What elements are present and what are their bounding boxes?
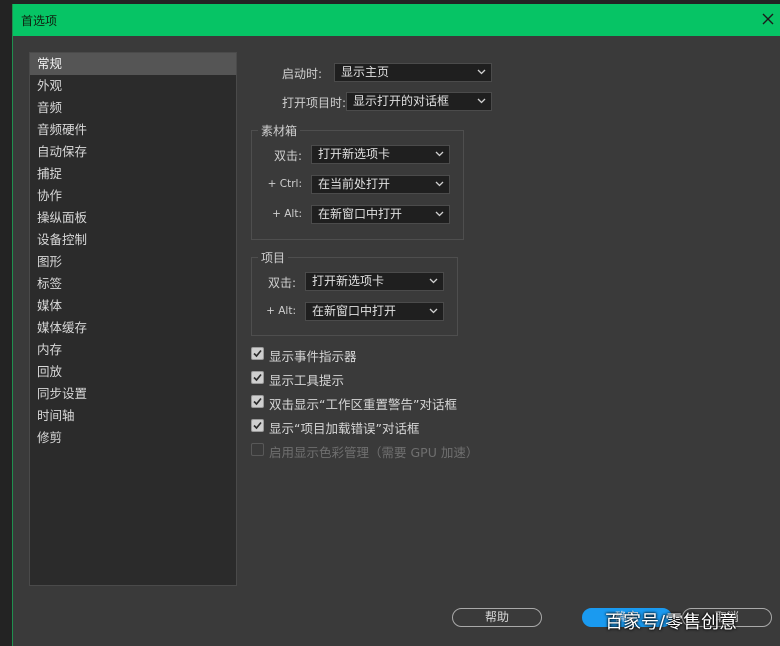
project-group: [251, 257, 458, 336]
show-tooltips-label: 显示工具提示: [269, 373, 345, 388]
sidebar-item-collaboration[interactable]: 协作: [30, 185, 236, 207]
sidebar-item-sync-settings[interactable]: 同步设置: [30, 383, 236, 405]
sidebar-item-media-cache[interactable]: 媒体缓存: [30, 317, 236, 339]
workspace-reset-warning-label: 双击显示“工作区重置警告”对话框: [269, 397, 457, 412]
project-group-title: 项目: [258, 249, 289, 266]
startup-dropdown[interactable]: 显示主页: [334, 63, 492, 82]
title-bar: 首选项: [13, 4, 780, 36]
bins-ctrl-value: 在当前处打开: [318, 177, 391, 191]
workspace-reset-warning-checkbox[interactable]: [251, 395, 264, 408]
project-alt-value: 在新窗口中打开: [312, 304, 397, 318]
checkmark-icon: [253, 397, 262, 406]
checkmark-icon: [253, 421, 262, 430]
sidebar-item-memory[interactable]: 内存: [30, 339, 236, 361]
startup-label: 启动时:: [281, 67, 322, 81]
sidebar-item-playback[interactable]: 回放: [30, 361, 236, 383]
checkmark-icon: [253, 349, 262, 358]
bins-group-title: 素材箱: [258, 122, 301, 139]
bins-alt-label: + Alt:: [272, 208, 302, 220]
sidebar-item-graphics[interactable]: 图形: [30, 251, 236, 273]
color-management-label: 启用显示色彩管理（需要 GPU 加速）: [269, 445, 479, 460]
sidebar-item-appearance[interactable]: 外观: [30, 75, 236, 97]
chevron-down-icon: [435, 151, 444, 157]
dialog-title: 首选项: [21, 14, 58, 28]
project-load-error-label: 显示“项目加载错误”对话框: [269, 421, 420, 436]
open-project-label: 打开项目时:: [281, 96, 346, 110]
startup-value: 显示主页: [341, 65, 390, 79]
chevron-down-icon: [435, 181, 444, 187]
preferences-dialog: 首选项 常规 外观 音频 音频硬件 自动保存 捕捉 协作 操纵面板 设备控制 图…: [12, 4, 780, 646]
project-double-click-value: 打开新选项卡: [312, 274, 385, 288]
project-load-error-checkbox[interactable]: [251, 419, 264, 432]
project-double-click-dropdown[interactable]: 打开新选项卡: [305, 272, 444, 291]
bins-alt-dropdown[interactable]: 在新窗口中打开: [311, 205, 450, 224]
checkmark-icon: [253, 373, 262, 382]
bins-double-click-value: 打开新选项卡: [318, 147, 391, 161]
category-list: 常规 外观 音频 音频硬件 自动保存 捕捉 协作 操纵面板 设备控制 图形 标签…: [29, 52, 237, 586]
project-alt-label: + Alt:: [266, 305, 296, 317]
show-event-indicators-checkbox[interactable]: [251, 347, 264, 360]
bins-alt-value: 在新窗口中打开: [318, 207, 403, 221]
close-icon[interactable]: [759, 10, 777, 28]
watermark-text: 百家号/零售创意: [605, 612, 738, 633]
help-button[interactable]: 帮助: [452, 608, 542, 627]
chevron-down-icon: [477, 69, 486, 75]
project-alt-dropdown[interactable]: 在新窗口中打开: [305, 302, 444, 321]
color-management-checkbox: [251, 443, 264, 456]
chevron-down-icon: [435, 211, 444, 217]
sidebar-item-audio-hardware[interactable]: 音频硬件: [30, 119, 236, 141]
project-double-click-label: 双击:: [267, 276, 296, 290]
sidebar-item-general[interactable]: 常规: [30, 53, 236, 75]
bins-ctrl-dropdown[interactable]: 在当前处打开: [311, 175, 450, 194]
sidebar-item-control-surface[interactable]: 操纵面板: [30, 207, 236, 229]
sidebar-item-device-control[interactable]: 设备控制: [30, 229, 236, 251]
sidebar-item-trim[interactable]: 修剪: [30, 427, 236, 449]
sidebar-item-audio[interactable]: 音频: [30, 97, 236, 119]
sidebar-item-labels[interactable]: 标签: [30, 273, 236, 295]
bins-ctrl-label: + Ctrl:: [267, 178, 302, 190]
open-project-value: 显示打开的对话框: [353, 94, 450, 108]
chevron-down-icon: [477, 98, 486, 104]
bins-double-click-dropdown[interactable]: 打开新选项卡: [311, 145, 450, 164]
sidebar-item-capture[interactable]: 捕捉: [30, 163, 236, 185]
chevron-down-icon: [429, 308, 438, 314]
chevron-down-icon: [429, 278, 438, 284]
open-project-dropdown[interactable]: 显示打开的对话框: [346, 92, 492, 111]
bins-double-click-label: 双击:: [273, 149, 302, 163]
sidebar-item-media[interactable]: 媒体: [30, 295, 236, 317]
show-tooltips-checkbox[interactable]: [251, 371, 264, 384]
sidebar-item-timeline[interactable]: 时间轴: [30, 405, 236, 427]
show-event-indicators-label: 显示事件指示器: [269, 349, 357, 364]
sidebar-item-auto-save[interactable]: 自动保存: [30, 141, 236, 163]
